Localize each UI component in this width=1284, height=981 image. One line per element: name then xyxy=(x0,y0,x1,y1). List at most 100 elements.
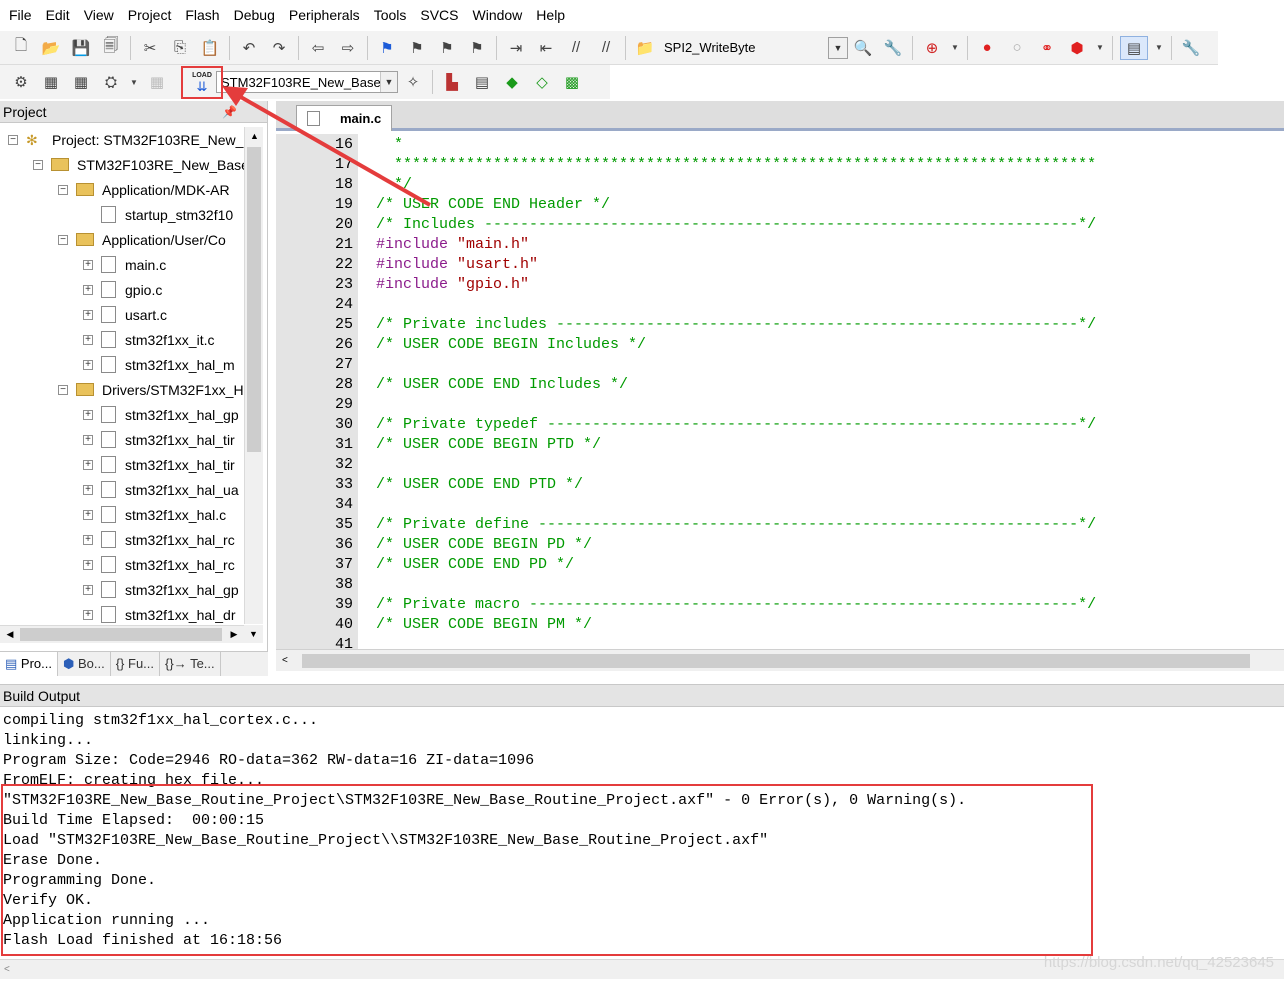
batch-build-icon[interactable]: ⛭ xyxy=(99,70,123,94)
scroll-up-icon[interactable]: ▲ xyxy=(245,127,264,145)
menu-item-file[interactable]: File xyxy=(2,0,39,30)
paste-icon[interactable]: 📋 xyxy=(198,36,222,60)
expand-icon[interactable]: + xyxy=(83,259,93,270)
tree-item[interactable]: + main.c xyxy=(83,252,166,277)
save-all-icon[interactable]: 🗐 xyxy=(99,36,123,60)
tree-item[interactable]: + stm32f1xx_hal_rc xyxy=(83,552,235,577)
new-file-icon[interactable]: 🗋 xyxy=(9,36,33,60)
expand-icon[interactable]: + xyxy=(83,509,93,520)
debug-dropdown-icon[interactable]: ▼ xyxy=(950,36,960,60)
function-combo-label[interactable]: SPI2_WriteByte xyxy=(664,40,824,55)
tree-item[interactable]: + stm32f1xx_hal_ua xyxy=(83,477,239,502)
tree-item[interactable]: − Drivers/STM32F1xx_H xyxy=(58,377,244,402)
scrollbar-thumb[interactable] xyxy=(247,147,261,452)
expand-icon[interactable]: + xyxy=(83,609,93,620)
kill-breakpoints-icon[interactable]: ⬢ xyxy=(1065,36,1089,60)
scroll-right-icon[interactable]: ▶ xyxy=(226,626,242,643)
tree-item[interactable]: + stm32f1xx_hal_gp xyxy=(83,577,239,602)
menu-item-help[interactable]: Help xyxy=(529,0,572,30)
pin-icon[interactable]: 📌 xyxy=(222,101,237,123)
breakpoint-dropdown-icon[interactable]: ▼ xyxy=(1095,36,1105,60)
copy-icon[interactable]: ⎘ xyxy=(168,36,192,60)
target-select[interactable]: STM32F103RE_New_Base ▼ xyxy=(216,71,398,93)
tree-item[interactable]: + stm32f1xx_hal_tir xyxy=(83,427,235,452)
manage-multi-project-icon[interactable]: ▤ xyxy=(470,70,494,94)
clear-bookmarks-icon[interactable]: ⚑ xyxy=(465,36,489,60)
tree-item[interactable]: − ✻ Project: STM32F103RE_New_ xyxy=(8,127,243,152)
menu-item-view[interactable]: View xyxy=(77,0,121,30)
menu-item-tools[interactable]: Tools xyxy=(367,0,414,30)
disable-breakpoints-icon[interactable]: ⚭ xyxy=(1035,36,1059,60)
tree-item[interactable]: + stm32f1xx_hal_rc xyxy=(83,527,235,552)
tree-item[interactable]: + stm32f1xx_hal.c xyxy=(83,502,226,527)
redo-icon[interactable]: ↷ xyxy=(267,36,291,60)
tree-item[interactable]: startup_stm32f10 xyxy=(83,202,233,227)
navigate-forward-icon[interactable]: ⇨ xyxy=(336,36,360,60)
batch-build-dropdown-icon[interactable]: ▼ xyxy=(129,70,139,94)
menu-item-project[interactable]: Project xyxy=(121,0,179,30)
expand-icon[interactable]: + xyxy=(83,284,93,295)
stop-build-icon[interactable]: ▦ xyxy=(145,70,169,94)
target-options-icon[interactable]: ✧ xyxy=(401,70,425,94)
collapse-icon[interactable]: − xyxy=(58,384,68,395)
find-icon[interactable]: 🔍 xyxy=(851,36,875,60)
manage-project-items-icon[interactable]: ▙ xyxy=(440,70,464,94)
tree-item[interactable]: + stm32f1xx_hal_gp xyxy=(83,402,239,427)
bookmark-icon[interactable]: ⚑ xyxy=(375,36,399,60)
rebuild-icon[interactable]: ▦ xyxy=(69,70,93,94)
scrollbar-thumb[interactable] xyxy=(20,628,222,641)
next-bookmark-icon[interactable]: ⚑ xyxy=(435,36,459,60)
indent-icon[interactable]: ⇥ xyxy=(504,36,528,60)
find-in-files-icon[interactable]: 📁 xyxy=(633,36,657,60)
tab-functions[interactable]: {} Fu... xyxy=(111,652,161,676)
cut-icon[interactable]: ✂ xyxy=(138,36,162,60)
tree-item[interactable]: + stm32f1xx_it.c xyxy=(83,327,214,352)
function-combo-dropdown[interactable]: ▼ xyxy=(828,36,848,59)
menu-item-svcs[interactable]: SVCS xyxy=(413,0,465,30)
code-area[interactable]: 16 * 17 *********************************… xyxy=(276,134,1284,649)
uncomment-icon[interactable]: // xyxy=(594,36,618,60)
tab-templates[interactable]: {}→ Te... xyxy=(160,652,221,676)
tree-item[interactable]: + stm32f1xx_hal_dr xyxy=(83,602,236,624)
scrollbar-thumb[interactable] xyxy=(302,654,1250,668)
expand-icon[interactable]: + xyxy=(83,434,93,445)
tree-item[interactable]: + gpio.c xyxy=(83,277,162,302)
manage-run-time-environment-icon[interactable]: ◆ xyxy=(500,70,524,94)
undo-icon[interactable]: ↶ xyxy=(237,36,261,60)
tab-books[interactable]: ⬢ Bo... xyxy=(58,652,111,676)
incremental-find-icon[interactable]: 🔧 xyxy=(881,36,905,60)
tab-project[interactable]: ▤ Pro... xyxy=(0,652,58,676)
scroll-left-icon[interactable]: ◀ xyxy=(2,626,18,643)
project-tree-vertical-scrollbar[interactable]: ▲ xyxy=(244,127,263,624)
tree-item[interactable]: + stm32f1xx_hal_tir xyxy=(83,452,235,477)
collapse-icon[interactable]: − xyxy=(58,184,68,195)
scroll-left-icon[interactable]: < xyxy=(282,650,296,672)
tree-item[interactable]: + stm32f1xx_hal_m xyxy=(83,352,235,377)
insert-breakpoint-icon[interactable]: ● xyxy=(975,36,999,60)
tree-item[interactable]: − STM32F103RE_New_Base xyxy=(33,152,244,177)
expand-icon[interactable]: + xyxy=(83,559,93,570)
scroll-left-icon[interactable]: < xyxy=(4,960,18,980)
navigate-back-icon[interactable]: ⇦ xyxy=(306,36,330,60)
editor-horizontal-scrollbar[interactable]: < xyxy=(276,649,1284,671)
expand-icon[interactable]: + xyxy=(83,459,93,470)
menu-item-debug[interactable]: Debug xyxy=(227,0,282,30)
menu-item-flash[interactable]: Flash xyxy=(178,0,226,30)
expand-icon[interactable]: + xyxy=(83,359,93,370)
expand-icon[interactable]: + xyxy=(83,334,93,345)
expand-icon[interactable]: + xyxy=(83,584,93,595)
menu-item-edit[interactable]: Edit xyxy=(39,0,77,30)
comment-icon[interactable]: // xyxy=(564,36,588,60)
expand-icon[interactable]: + xyxy=(83,309,93,320)
select-software-packs-icon[interactable]: ◇ xyxy=(530,70,554,94)
save-icon[interactable]: 💾 xyxy=(69,36,93,60)
expand-icon[interactable]: + xyxy=(83,484,93,495)
project-tree-horizontal-scrollbar[interactable]: ◀ ▶ xyxy=(0,625,244,643)
configure-icon[interactable]: 🔧 xyxy=(1179,36,1203,60)
scroll-down-icon[interactable]: ▼ xyxy=(244,625,263,643)
debug-session-icon[interactable]: ⊕ xyxy=(920,36,944,60)
open-file-icon[interactable]: 📂 xyxy=(39,36,63,60)
menu-item-window[interactable]: Window xyxy=(466,0,530,30)
tree-item[interactable]: − Application/MDK-AR xyxy=(58,177,230,202)
collapse-icon[interactable]: − xyxy=(33,159,43,170)
